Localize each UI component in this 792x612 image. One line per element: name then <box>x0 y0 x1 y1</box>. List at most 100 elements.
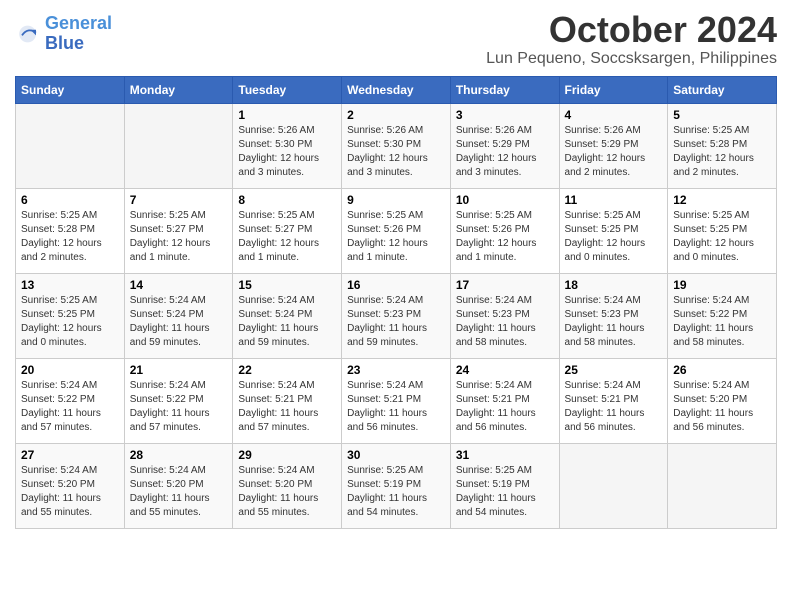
day-number: 28 <box>130 448 228 462</box>
day-info: Sunrise: 5:25 AMSunset: 5:19 PMDaylight:… <box>456 464 554 520</box>
calendar-week-row: 6 Sunrise: 5:25 AMSunset: 5:28 PMDaylight… <box>16 188 777 273</box>
day-info: Sunrise: 5:26 AMSunset: 5:30 PMDaylight:… <box>347 124 445 180</box>
day-info: Sunrise: 5:24 AMSunset: 5:20 PMDaylight:… <box>238 464 336 520</box>
calendar-cell: 8Sunrise: 5:25 AMSunset: 5:27 PMDaylight… <box>233 188 342 273</box>
calendar-cell: 23 Sunrise: 5:24 AMSunset: 5:21 PMDayligh… <box>342 358 451 443</box>
day-info: Sunrise: 5:25 AMSunset: 5:27 PMDaylight:… <box>130 209 228 265</box>
logo: General Blue <box>15 10 112 54</box>
calendar-cell: 3 Sunrise: 5:26 AMSunset: 5:29 PMDaylight… <box>450 103 559 188</box>
day-info: Sunrise: 5:24 AMSunset: 5:24 PMDaylight:… <box>238 294 336 350</box>
day-number: 16 <box>347 278 445 292</box>
day-info: Sunrise: 5:24 AMSunset: 5:20 PMDaylight:… <box>21 464 119 520</box>
day-number: 5 <box>673 108 771 122</box>
day-number: 18 <box>565 278 663 292</box>
calendar-body: 1 Sunrise: 5:26 AMSunset: 5:30 PMDaylight… <box>16 103 777 528</box>
day-info: Sunrise: 5:25 AMSunset: 5:25 PMDaylight:… <box>565 209 663 265</box>
day-number: 26 <box>673 363 771 377</box>
day-info: Sunrise: 5:24 AMSunset: 5:21 PMDaylight:… <box>238 379 336 435</box>
day-info: Sunrise: 5:24 AMSunset: 5:21 PMDaylight:… <box>565 379 663 435</box>
day-number: 30 <box>347 448 445 462</box>
day-info: Sunrise: 5:24 AMSunset: 5:22 PMDaylight:… <box>673 294 771 350</box>
day-info: Sunrise: 5:25 AMSunset: 5:28 PMDaylight:… <box>673 124 771 180</box>
calendar-cell <box>124 103 233 188</box>
day-info: Sunrise: 5:24 AMSunset: 5:23 PMDaylight:… <box>565 294 663 350</box>
day-info: Sunrise: 5:24 AMSunset: 5:20 PMDaylight:… <box>673 379 771 435</box>
day-info: Sunrise: 5:25 AMSunset: 5:25 PMDaylight:… <box>673 209 771 265</box>
calendar-table: Sunday Monday Tuesday Wednesday Thursday… <box>15 76 777 529</box>
header-thursday: Thursday <box>450 76 559 103</box>
day-info: Sunrise: 5:26 AMSunset: 5:30 PMDaylight:… <box>238 124 336 180</box>
day-number: 3 <box>456 108 554 122</box>
calendar-cell: 22 Sunrise: 5:24 AMSunset: 5:21 PMDayligh… <box>233 358 342 443</box>
day-info: Sunrise: 5:24 AMSunset: 5:20 PMDaylight:… <box>130 464 228 520</box>
day-number: 12 <box>673 193 771 207</box>
calendar-cell: 17Sunrise: 5:24 AMSunset: 5:23 PMDayligh… <box>450 273 559 358</box>
calendar-cell: 30Sunrise: 5:25 AMSunset: 5:19 PMDayligh… <box>342 443 451 528</box>
day-number: 13 <box>21 278 119 292</box>
day-number: 10 <box>456 193 554 207</box>
page-header: General Blue October 2024 Lun Pequeno, S… <box>15 10 777 68</box>
calendar-cell: 21Sunrise: 5:24 AMSunset: 5:22 PMDayligh… <box>124 358 233 443</box>
day-number: 9 <box>347 193 445 207</box>
day-info: Sunrise: 5:24 AMSunset: 5:22 PMDaylight:… <box>21 379 119 435</box>
day-info: Sunrise: 5:25 AMSunset: 5:26 PMDaylight:… <box>347 209 445 265</box>
calendar-cell <box>16 103 125 188</box>
day-number: 29 <box>238 448 336 462</box>
main-title: October 2024 <box>486 10 777 50</box>
header-saturday: Saturday <box>668 76 777 103</box>
calendar-header: Sunday Monday Tuesday Wednesday Thursday… <box>16 76 777 103</box>
day-info: Sunrise: 5:24 AMSunset: 5:23 PMDaylight:… <box>456 294 554 350</box>
calendar-cell: 24 Sunrise: 5:24 AMSunset: 5:21 PMDayligh… <box>450 358 559 443</box>
subtitle: Lun Pequeno, Soccsksargen, Philippines <box>486 50 777 68</box>
logo-icon <box>15 20 43 48</box>
calendar-cell: 29 Sunrise: 5:24 AMSunset: 5:20 PMDayligh… <box>233 443 342 528</box>
day-number: 24 <box>456 363 554 377</box>
logo-text2: Blue <box>45 33 84 53</box>
day-number: 4 <box>565 108 663 122</box>
calendar-cell <box>559 443 668 528</box>
day-info: Sunrise: 5:26 AMSunset: 5:29 PMDaylight:… <box>456 124 554 180</box>
day-number: 23 <box>347 363 445 377</box>
day-info: Sunrise: 5:24 AMSunset: 5:21 PMDaylight:… <box>347 379 445 435</box>
calendar-cell: 16 Sunrise: 5:24 AMSunset: 5:23 PMDayligh… <box>342 273 451 358</box>
header-row: Sunday Monday Tuesday Wednesday Thursday… <box>16 76 777 103</box>
calendar-cell: 13 Sunrise: 5:25 AMSunset: 5:25 PMDayligh… <box>16 273 125 358</box>
calendar-cell: 11 Sunrise: 5:25 AMSunset: 5:25 PMDayligh… <box>559 188 668 273</box>
calendar-cell: 1 Sunrise: 5:26 AMSunset: 5:30 PMDaylight… <box>233 103 342 188</box>
header-tuesday: Tuesday <box>233 76 342 103</box>
day-info: Sunrise: 5:25 AMSunset: 5:28 PMDaylight:… <box>21 209 119 265</box>
calendar-cell: 10 Sunrise: 5:25 AMSunset: 5:26 PMDayligh… <box>450 188 559 273</box>
day-number: 27 <box>21 448 119 462</box>
calendar-cell: 14Sunrise: 5:24 AMSunset: 5:24 PMDayligh… <box>124 273 233 358</box>
calendar-cell: 12 Sunrise: 5:25 AMSunset: 5:25 PMDayligh… <box>668 188 777 273</box>
day-number: 7 <box>130 193 228 207</box>
day-number: 22 <box>238 363 336 377</box>
calendar-cell: 2Sunrise: 5:26 AMSunset: 5:30 PMDaylight… <box>342 103 451 188</box>
day-info: Sunrise: 5:24 AMSunset: 5:22 PMDaylight:… <box>130 379 228 435</box>
day-info: Sunrise: 5:24 AMSunset: 5:23 PMDaylight:… <box>347 294 445 350</box>
calendar-cell: 26 Sunrise: 5:24 AMSunset: 5:20 PMDayligh… <box>668 358 777 443</box>
calendar-cell: 4 Sunrise: 5:26 AMSunset: 5:29 PMDaylight… <box>559 103 668 188</box>
calendar-cell: 31Sunrise: 5:25 AMSunset: 5:19 PMDayligh… <box>450 443 559 528</box>
calendar-cell: 28 Sunrise: 5:24 AMSunset: 5:20 PMDayligh… <box>124 443 233 528</box>
day-number: 11 <box>565 193 663 207</box>
day-number: 6 <box>21 193 119 207</box>
calendar-cell: 25 Sunrise: 5:24 AMSunset: 5:21 PMDayligh… <box>559 358 668 443</box>
calendar-cell: 19Sunrise: 5:24 AMSunset: 5:22 PMDayligh… <box>668 273 777 358</box>
calendar-cell: 5 Sunrise: 5:25 AMSunset: 5:28 PMDaylight… <box>668 103 777 188</box>
day-info: Sunrise: 5:24 AMSunset: 5:21 PMDaylight:… <box>456 379 554 435</box>
calendar-week-row: 13 Sunrise: 5:25 AMSunset: 5:25 PMDayligh… <box>16 273 777 358</box>
day-number: 25 <box>565 363 663 377</box>
day-number: 1 <box>238 108 336 122</box>
header-friday: Friday <box>559 76 668 103</box>
calendar-week-row: 1 Sunrise: 5:26 AMSunset: 5:30 PMDaylight… <box>16 103 777 188</box>
day-info: Sunrise: 5:26 AMSunset: 5:29 PMDaylight:… <box>565 124 663 180</box>
day-info: Sunrise: 5:24 AMSunset: 5:24 PMDaylight:… <box>130 294 228 350</box>
calendar-cell: 7 Sunrise: 5:25 AMSunset: 5:27 PMDaylight… <box>124 188 233 273</box>
header-sunday: Sunday <box>16 76 125 103</box>
title-area: October 2024 Lun Pequeno, Soccsksargen, … <box>486 10 777 68</box>
day-info: Sunrise: 5:25 AMSunset: 5:26 PMDaylight:… <box>456 209 554 265</box>
calendar-cell: 6 Sunrise: 5:25 AMSunset: 5:28 PMDaylight… <box>16 188 125 273</box>
day-number: 15 <box>238 278 336 292</box>
day-info: Sunrise: 5:25 AMSunset: 5:25 PMDaylight:… <box>21 294 119 350</box>
